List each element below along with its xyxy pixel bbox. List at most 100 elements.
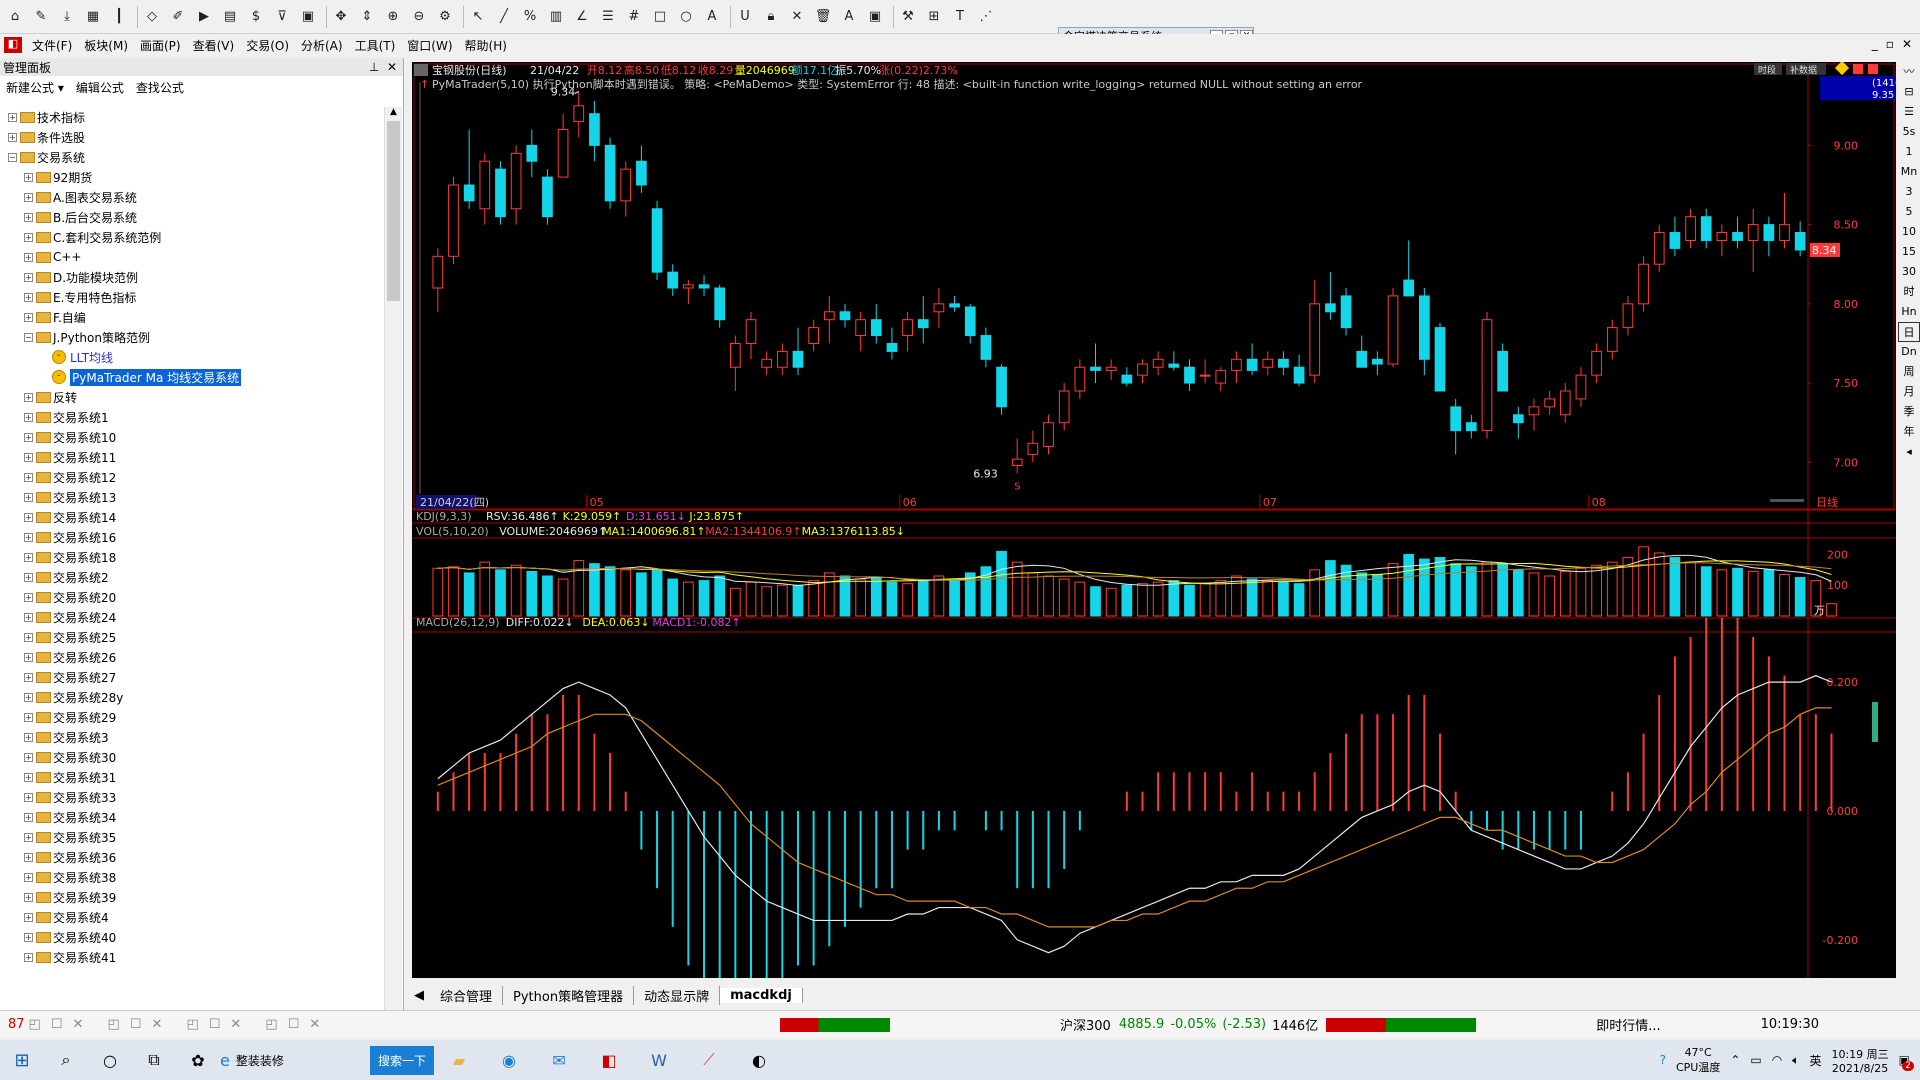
chart-svg[interactable]: 宝钢股份(日线) 21/04/22 开8.12 高8.50 低8.12 收8.29 量204… [412,62,1896,978]
edge-icon[interactable]: ◉ [484,1051,534,1070]
tree-item[interactable]: + 交易系统30 [0,747,383,767]
expand-icon[interactable]: + [24,232,33,242]
magnet-icon[interactable]: U [734,6,756,28]
zigzag-icon[interactable]: ⋰ [975,6,997,28]
help-icon[interactable]: ? [1660,1053,1666,1067]
tools-icon[interactable]: ⚒ [897,6,919,28]
expand-icon[interactable]: + [24,872,33,882]
edit-formula-button[interactable]: 编辑公式 [76,79,124,96]
dollar-icon[interactable]: $ [245,6,267,28]
lock-icon[interactable]: 🔒︎ [760,6,782,28]
expand-icon[interactable]: + [24,892,33,902]
tree-item[interactable]: ᵕ PyMaTrader Ma 均线交易系统 [0,367,383,387]
tree-item[interactable]: + C.套利交易系统范例 [0,227,383,247]
percent-icon[interactable]: % [519,6,541,28]
expand-icon[interactable]: + [24,452,33,462]
tree-item[interactable]: + 交易系统41 [0,947,383,967]
tree-item[interactable]: + 交易系统25 [0,627,383,647]
tree-item[interactable]: − 交易系统 [0,147,383,167]
tree-item[interactable]: + 交易系统24 [0,607,383,627]
tray-expand-icon[interactable]: ⌃ [1730,1053,1740,1067]
list-icon[interactable]: ☰ [597,6,619,28]
expand-icon[interactable]: + [24,432,33,442]
rect-icon[interactable]: □ [649,6,671,28]
tree-item[interactable]: + 交易系统12 [0,467,383,487]
line-icon[interactable]: ╱ [493,6,515,28]
trash-icon[interactable]: 🗑︎ [812,6,834,28]
expand-icon[interactable]: + [24,252,33,262]
expand-icon[interactable]: + [24,312,33,322]
search-button[interactable]: 搜索一下 [370,1045,435,1075]
restore-icon[interactable]: ▫ [1886,37,1894,51]
tree-item[interactable]: + C++ [0,247,383,267]
tree-item[interactable]: + 交易系统11 [0,447,383,467]
mail-icon[interactable]: ✉ [534,1051,584,1070]
pen-icon[interactable]: ✎ [30,6,52,28]
grid-icon[interactable]: ▦ [82,6,104,28]
expand-icon[interactable]: + [24,672,33,682]
period-1[interactable]: 1 [1898,142,1920,162]
tab-scroll-left-icon[interactable]: ◀ [408,988,430,1003]
tree-item[interactable]: + 技术指标 [0,107,383,127]
folder-icon[interactable]: ▰ [434,1051,484,1070]
tree-item[interactable]: + 交易系统28y [0,687,383,707]
tree-item[interactable]: − J.Python策略范例 [0,327,383,347]
task-view-icon[interactable]: ⧉ [132,1050,176,1070]
period-5[interactable]: 5 [1898,202,1920,222]
gear-icon[interactable]: ⚙ [434,6,456,28]
expand-icon[interactable]: + [24,772,33,782]
table-icon[interactable]: ▥ [545,6,567,28]
tree-item[interactable]: + 交易系统2 [0,567,383,587]
expand-icon[interactable]: + [24,572,33,582]
download-icon[interactable]: ⤓ [56,6,78,28]
line-chart-icon[interactable]: 〰 [1898,62,1920,82]
edit-icon[interactable]: ✐ [167,6,189,28]
period-week[interactable]: 周 [1898,362,1920,382]
text-a-icon[interactable]: A [701,6,723,28]
tree-item[interactable]: + 交易系统18 [0,547,383,567]
play-icon[interactable]: ▶ [193,6,215,28]
layout-icon[interactable]: ⊞ [923,6,945,28]
pyramid-app-icon[interactable]: ◧ [584,1051,634,1070]
close-icon[interactable]: ✕ [1902,37,1912,51]
collapse-icon[interactable]: − [24,332,33,342]
period-1m[interactable]: Mn [1898,162,1920,182]
save-icon[interactable]: ▣ [864,6,886,28]
menu-item[interactable]: 工具(T) [349,37,402,54]
tree-item[interactable]: + 交易系统31 [0,767,383,787]
expand-icon[interactable]: + [24,852,33,862]
menu-item[interactable]: 窗口(W) [401,37,458,54]
tree-item[interactable]: + 交易系统40 [0,927,383,947]
ime-indicator[interactable]: 英 [1809,1052,1821,1069]
network-icon[interactable]: ▭ [1750,1053,1761,1067]
move-icon[interactable]: ✥ [330,6,352,28]
tree-item[interactable]: + 反转 [0,387,383,407]
tree-item[interactable]: + 交易系统16 [0,527,383,547]
expand-icon[interactable]: + [24,492,33,502]
tree-item[interactable]: + 交易系统3 [0,727,383,747]
expand-icon[interactable]: + [8,132,17,142]
period-year[interactable]: 年 [1898,422,1920,442]
zoom-out-icon[interactable]: ⊖ [408,6,430,28]
expand-icon[interactable]: + [24,792,33,802]
menu-item[interactable]: 板块(M) [78,37,134,54]
period-quarter[interactable]: 季 [1898,402,1920,422]
menu-item[interactable]: 查看(V) [187,37,241,54]
frame-icon[interactable]: ▣ [297,6,319,28]
expand-icon[interactable]: + [8,112,17,122]
x-icon[interactable]: ✕ [786,6,808,28]
tree-scrollbar[interactable]: ▲ ▼ [384,107,402,1019]
tree-item[interactable]: + 交易系统39 [0,887,383,907]
split-icon[interactable]: ⊟ [1898,82,1920,102]
stock-app-icon[interactable]: ⟋ [684,1050,734,1070]
search-icon[interactable]: ⌕ [44,1050,88,1070]
expand-icon[interactable]: + [24,912,33,922]
expand-icon[interactable]: + [24,512,33,522]
expand-icon[interactable]: + [24,952,33,962]
minimize-icon[interactable]: _ [1872,37,1878,51]
circle-icon[interactable]: ○ [675,6,697,28]
close-icon[interactable]: ✕ [387,60,397,74]
cursor-icon[interactable]: ↖ [467,6,489,28]
tree-item[interactable]: + A.图表交易系统 [0,187,383,207]
tree-item[interactable]: + 交易系统20 [0,587,383,607]
